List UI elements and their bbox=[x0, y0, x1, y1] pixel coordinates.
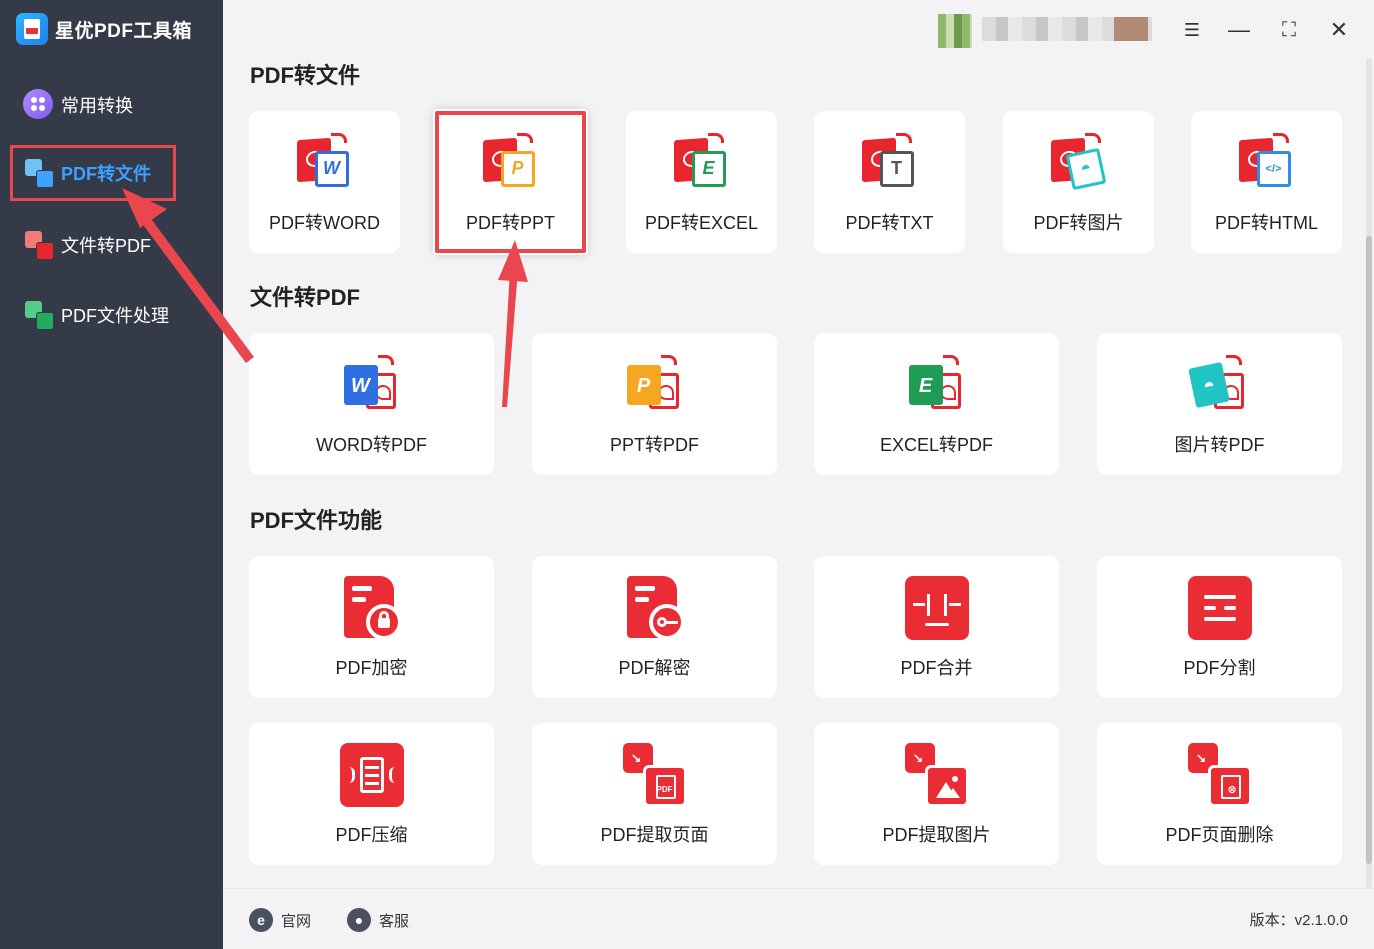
section-title-pdf-to-file: PDF转文件 bbox=[250, 63, 361, 88]
browser-icon: e bbox=[249, 908, 273, 932]
card-label: PDF提取页面 bbox=[600, 825, 709, 845]
word-to-pdf-icon: W bbox=[340, 353, 404, 417]
excel-to-pdf-icon: E bbox=[905, 353, 969, 417]
split-icon bbox=[1187, 576, 1252, 640]
scrollbar[interactable] bbox=[1366, 58, 1372, 888]
pdf-to-txt-icon: T bbox=[858, 131, 922, 195]
card-label: PDF页面删除 bbox=[1165, 825, 1274, 845]
card-image-to-pdf[interactable]: ◓ 图片转PDF bbox=[1097, 333, 1342, 475]
card-pdf-to-html[interactable]: </> PDF转HTML bbox=[1191, 111, 1342, 253]
sidebar-item-label: PDF转文件 bbox=[61, 164, 151, 184]
delete-page-icon: ↘ ⊗ bbox=[1187, 743, 1252, 807]
scrollbar-thumb[interactable] bbox=[1366, 236, 1372, 864]
card-excel-to-pdf[interactable]: E EXCEL转PDF bbox=[814, 333, 1059, 475]
sidebar-item-pdf-process[interactable]: PDF文件处理 bbox=[10, 287, 176, 343]
pdf-to-excel-icon: E bbox=[670, 131, 734, 195]
card-ppt-to-pdf[interactable]: P PPT转PDF bbox=[532, 333, 777, 475]
close-icon[interactable]: ✕ bbox=[1323, 14, 1355, 46]
card-label: PDF提取图片 bbox=[882, 825, 991, 845]
card-pdf-delete-page[interactable]: ↘ ⊗ PDF页面删除 bbox=[1097, 723, 1342, 865]
card-pdf-to-excel[interactable]: E PDF转EXCEL bbox=[626, 111, 777, 253]
card-label: 图片转PDF bbox=[1174, 435, 1265, 455]
card-pdf-to-ppt[interactable]: P PDF转PPT bbox=[435, 111, 586, 253]
app-brand: 星优PDF工具箱 bbox=[16, 12, 192, 46]
card-label: PDF合并 bbox=[900, 658, 973, 678]
card-pdf-merge[interactable]: PDF合并 bbox=[814, 556, 1059, 698]
sidebar-item-common[interactable]: 常用转换 bbox=[10, 77, 176, 133]
compress-icon bbox=[339, 743, 404, 807]
card-label: PDF转PPT bbox=[465, 213, 555, 233]
card-pdf-extract-page[interactable]: ↘ PDF PDF提取页面 bbox=[532, 723, 777, 865]
website-link[interactable]: e 官网 bbox=[249, 908, 311, 932]
sidebar: 星优PDF工具箱 常用转换 PDF转文件 文件转PDF PDF文件处理 bbox=[0, 0, 223, 949]
sidebar-item-label: 常用转换 bbox=[61, 96, 133, 116]
pdf-convert-icon bbox=[23, 157, 55, 189]
version-label: 版本：v2.1.0.0 bbox=[1249, 912, 1348, 929]
customer-service-link[interactable]: ● 客服 bbox=[347, 908, 409, 932]
card-word-to-pdf[interactable]: W WORD转PDF bbox=[249, 333, 494, 475]
pdf-to-word-icon: W bbox=[293, 131, 357, 195]
sidebar-item-label: PDF文件处理 bbox=[61, 306, 169, 326]
pdf-to-image-icon: ◓ bbox=[1047, 131, 1111, 195]
pdf-to-html-icon: </> bbox=[1235, 131, 1299, 195]
image-to-pdf-icon: ◓ bbox=[1187, 353, 1252, 417]
card-label: PDF加密 bbox=[335, 658, 408, 678]
grid-icon bbox=[23, 89, 55, 121]
card-pdf-split[interactable]: PDF分割 bbox=[1097, 556, 1342, 698]
pdf-to-ppt-icon: P bbox=[479, 131, 543, 195]
extract-page-icon: ↘ PDF bbox=[622, 743, 687, 807]
card-pdf-extract-image[interactable]: ↘ PDF提取图片 bbox=[814, 723, 1059, 865]
maximize-icon[interactable]: ⛶ bbox=[1273, 14, 1305, 46]
card-label: EXCEL转PDF bbox=[879, 435, 994, 455]
card-label: PDF转EXCEL bbox=[644, 213, 759, 233]
card-pdf-to-image[interactable]: ◓ PDF转图片 bbox=[1003, 111, 1154, 253]
ppt-to-pdf-icon: P bbox=[623, 353, 687, 417]
website-label: 官网 bbox=[281, 912, 312, 930]
menu-icon[interactable]: ☰ bbox=[1176, 14, 1208, 46]
sidebar-item-pdf-to-file[interactable]: PDF转文件 bbox=[10, 145, 176, 201]
card-label: PDF压缩 bbox=[335, 825, 408, 845]
card-label: PPT转PDF bbox=[609, 435, 699, 455]
user-name-blurred bbox=[982, 17, 1152, 41]
arrow-to-pdf-to-ppt-card bbox=[498, 240, 528, 407]
card-label: PDF转HTML bbox=[1215, 213, 1318, 233]
minimize-icon[interactable]: — bbox=[1223, 14, 1255, 46]
card-label: PDF转TXT bbox=[845, 213, 934, 233]
card-pdf-decrypt[interactable]: PDF解密 bbox=[532, 556, 777, 698]
extract-image-icon: ↘ bbox=[904, 743, 969, 807]
card-pdf-to-txt[interactable]: T PDF转TXT bbox=[814, 111, 965, 253]
key-icon bbox=[623, 576, 687, 640]
sidebar-item-file-to-pdf[interactable]: 文件转PDF bbox=[10, 217, 176, 273]
card-label: PDF解密 bbox=[618, 658, 691, 678]
card-pdf-to-word[interactable]: W PDF转WORD bbox=[249, 111, 400, 253]
footer: e 官网 ● 客服 版本：v2.1.0.0 bbox=[223, 888, 1374, 949]
chat-icon: ● bbox=[347, 908, 371, 932]
file-to-pdf-icon bbox=[23, 229, 55, 261]
app-title: 星优PDF工具箱 bbox=[55, 20, 193, 42]
section-title-pdf-functions: PDF文件功能 bbox=[250, 508, 383, 533]
card-pdf-compress[interactable]: PDF压缩 bbox=[249, 723, 494, 865]
service-label: 客服 bbox=[379, 912, 410, 930]
card-pdf-encrypt[interactable]: PDF加密 bbox=[249, 556, 494, 698]
card-label: PDF分割 bbox=[1183, 658, 1256, 678]
merge-icon bbox=[904, 576, 969, 640]
sidebar-item-label: 文件转PDF bbox=[61, 236, 151, 256]
lock-icon bbox=[340, 576, 404, 640]
app-logo-icon bbox=[16, 13, 48, 45]
card-label: PDF转图片 bbox=[1033, 213, 1124, 233]
section-title-file-to-pdf: 文件转PDF bbox=[250, 285, 361, 310]
user-avatar[interactable] bbox=[938, 14, 972, 48]
card-label: WORD转PDF bbox=[316, 435, 427, 455]
card-label: PDF转WORD bbox=[269, 213, 380, 233]
pdf-process-icon bbox=[23, 299, 55, 331]
